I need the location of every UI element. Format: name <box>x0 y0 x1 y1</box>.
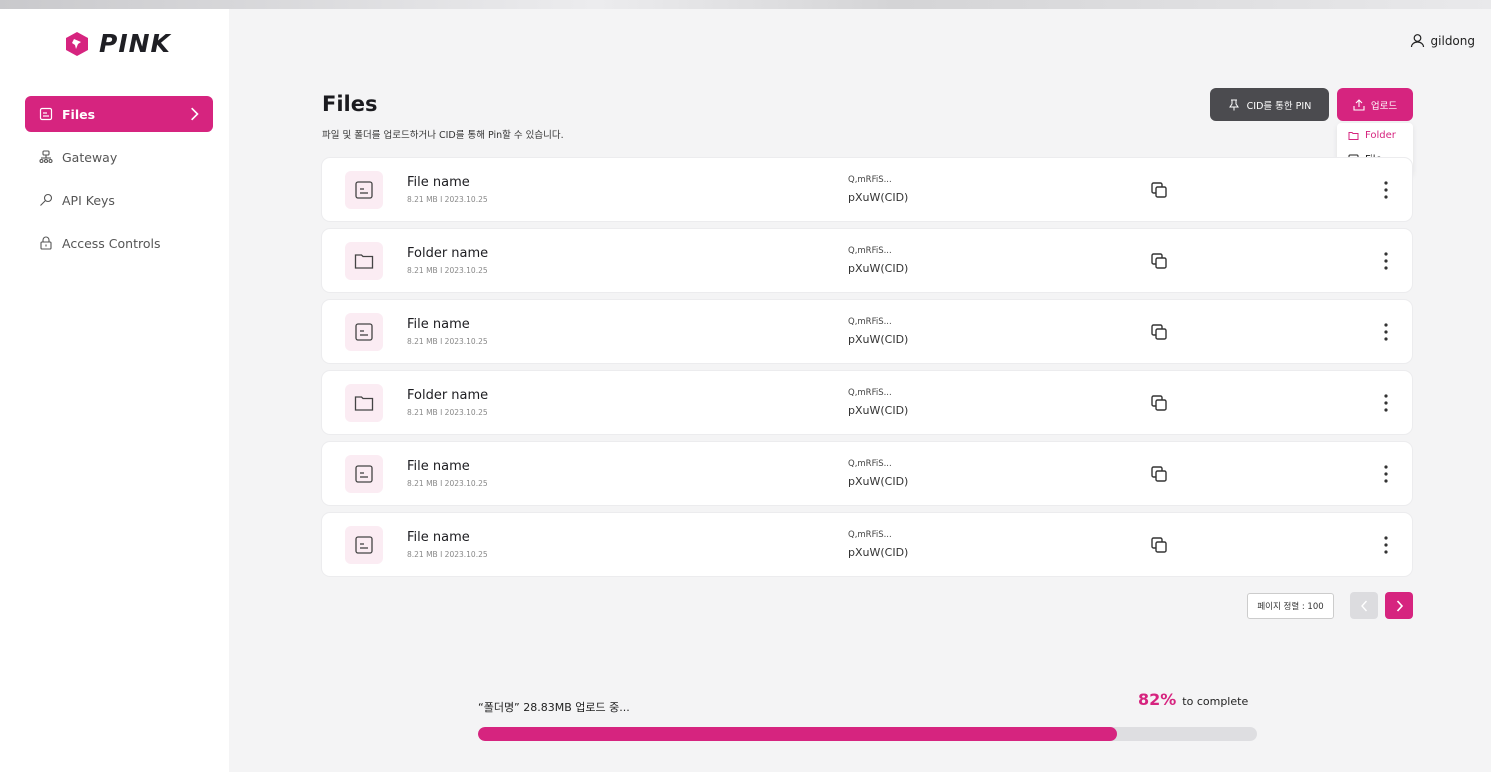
file-icon <box>355 323 373 341</box>
sidebar-item-gateway[interactable]: Gateway <box>25 139 213 175</box>
row-meta: 8.21 MB I 2023.10.25 <box>407 550 488 559</box>
brand-name: PINK <box>99 29 171 58</box>
folder-icon <box>354 254 374 269</box>
row-cid: pXuW(CID) <box>848 546 909 559</box>
sidebar-item-label: Files <box>62 106 96 122</box>
chevron-left-icon <box>1360 600 1367 611</box>
upload-percent-suffix: to complete <box>1182 695 1249 708</box>
user-icon <box>1410 34 1424 48</box>
sidebar-item-api-keys[interactable]: API Keys <box>25 182 213 218</box>
row-cid: pXuW(CID) <box>848 333 909 346</box>
upload-icon <box>1353 98 1365 111</box>
row-meta: 8.21 MB I 2023.10.25 <box>407 195 488 204</box>
more-vertical-icon[interactable] <box>1380 463 1392 485</box>
row-name[interactable]: File name <box>407 459 470 474</box>
sidebar-item-label: API Keys <box>62 192 115 208</box>
chevron-right-icon <box>1396 599 1403 612</box>
row-cid: pXuW(CID) <box>848 404 909 417</box>
more-vertical-icon[interactable] <box>1380 250 1392 272</box>
row-type-icon <box>345 242 383 280</box>
more-vertical-icon[interactable] <box>1380 534 1392 556</box>
row-name[interactable]: Folder name <box>407 388 488 403</box>
copy-icon[interactable] <box>1149 322 1169 342</box>
pin-by-cid-button[interactable]: CID를 통한 PIN <box>1210 88 1329 121</box>
lock-icon <box>40 236 52 250</box>
row-name[interactable]: File name <box>407 530 470 545</box>
row-meta: 8.21 MB I 2023.10.25 <box>407 479 488 488</box>
table-row[interactable]: Folder name 8.21 MB I 2023.10.25 Q,mRFiS..… <box>322 371 1412 434</box>
row-cid-prefix: Q,mRFiS... <box>848 530 892 540</box>
copy-icon[interactable] <box>1149 180 1169 200</box>
page-title: Files <box>322 92 378 116</box>
upload-menu-label: Folder <box>1365 129 1396 141</box>
row-type-icon <box>345 526 383 564</box>
row-cid-prefix: Q,mRFiS... <box>848 175 892 185</box>
chevron-right-icon <box>191 107 199 121</box>
more-vertical-icon[interactable] <box>1380 179 1392 201</box>
upload-percent: 82% to complete <box>1138 690 1248 709</box>
file-icon <box>39 107 53 121</box>
upload-label: 업로드 <box>1370 100 1398 112</box>
row-cid-prefix: Q,mRFiS... <box>848 317 892 327</box>
row-name[interactable]: File name <box>407 317 470 332</box>
pin-badge-icon <box>66 31 88 56</box>
more-vertical-icon[interactable] <box>1380 392 1392 414</box>
row-meta: 8.21 MB I 2023.10.25 <box>407 408 488 417</box>
upload-progress-fill <box>478 727 1117 741</box>
row-meta: 8.21 MB I 2023.10.25 <box>407 337 488 346</box>
row-name[interactable]: File name <box>407 175 470 190</box>
brand-logo[interactable]: PINK <box>64 29 171 58</box>
row-type-icon <box>345 313 383 351</box>
gateway-icon <box>39 150 53 164</box>
sidebar-nav: Files Gateway API Keys Access Controls <box>25 96 213 268</box>
copy-icon[interactable] <box>1149 535 1169 555</box>
sidebar-item-files[interactable]: Files <box>25 96 213 132</box>
folder-icon <box>354 396 374 411</box>
row-type-icon <box>345 384 383 422</box>
row-cid-prefix: Q,mRFiS... <box>848 246 892 256</box>
user-menu[interactable]: gildong <box>1410 33 1475 48</box>
table-row[interactable]: File name 8.21 MB I 2023.10.25 Q,mRFiS... p… <box>322 300 1412 363</box>
file-list: File name 8.21 MB I 2023.10.25 Q,mRFiS... p… <box>322 158 1412 584</box>
sidebar-item-label: Gateway <box>62 149 118 165</box>
row-name[interactable]: Folder name <box>407 246 488 261</box>
page-size-select[interactable]: 페이지 정렬 : 100 <box>1247 593 1334 619</box>
copy-icon[interactable] <box>1149 393 1169 413</box>
pin-icon <box>1228 99 1239 110</box>
table-row[interactable]: File name 8.21 MB I 2023.10.25 Q,mRFiS... p… <box>322 442 1412 505</box>
row-cid: pXuW(CID) <box>848 262 909 275</box>
row-meta: 8.21 MB I 2023.10.25 <box>407 266 488 275</box>
row-type-icon <box>345 455 383 493</box>
page-subtitle: 파일 및 폴더를 업로드하거나 CID를 통해 Pin할 수 있습니다. <box>322 130 564 141</box>
copy-icon[interactable] <box>1149 464 1169 484</box>
upload-status-text: “폴더명” 28.83MB 업로드 중... <box>478 701 630 714</box>
row-cid-prefix: Q,mRFiS... <box>848 388 892 398</box>
file-icon <box>355 181 373 199</box>
user-name: gildong <box>1430 33 1475 48</box>
row-cid: pXuW(CID) <box>848 191 909 204</box>
sidebar-item-label: Access Controls <box>62 235 161 251</box>
table-row[interactable]: Folder name 8.21 MB I 2023.10.25 Q,mRFiS..… <box>322 229 1412 292</box>
upload-menu-folder[interactable]: Folder <box>1337 123 1413 147</box>
more-vertical-icon[interactable] <box>1380 321 1392 343</box>
next-page-button[interactable] <box>1385 592 1413 619</box>
upload-progress-bar <box>478 727 1257 741</box>
pin-by-cid-label: CID를 통한 PIN <box>1246 100 1312 112</box>
file-icon <box>355 465 373 483</box>
sidebar-item-access-controls[interactable]: Access Controls <box>25 225 213 261</box>
upload-button[interactable]: 업로드 <box>1337 88 1413 121</box>
key-icon <box>40 193 53 206</box>
table-row[interactable]: File name 8.21 MB I 2023.10.25 Q,mRFiS... p… <box>322 513 1412 576</box>
row-cid: pXuW(CID) <box>848 475 909 488</box>
prev-page-button[interactable] <box>1350 592 1378 619</box>
row-cid-prefix: Q,mRFiS... <box>848 459 892 469</box>
upload-percent-value: 82% <box>1138 690 1177 709</box>
folder-icon <box>1348 131 1359 140</box>
window-top-band <box>0 0 1491 9</box>
file-icon <box>355 536 373 554</box>
table-row[interactable]: File name 8.21 MB I 2023.10.25 Q,mRFiS... p… <box>322 158 1412 221</box>
sidebar: PINK Files Gateway API Keys Access Contr… <box>0 9 229 772</box>
copy-icon[interactable] <box>1149 251 1169 271</box>
row-type-icon <box>345 171 383 209</box>
